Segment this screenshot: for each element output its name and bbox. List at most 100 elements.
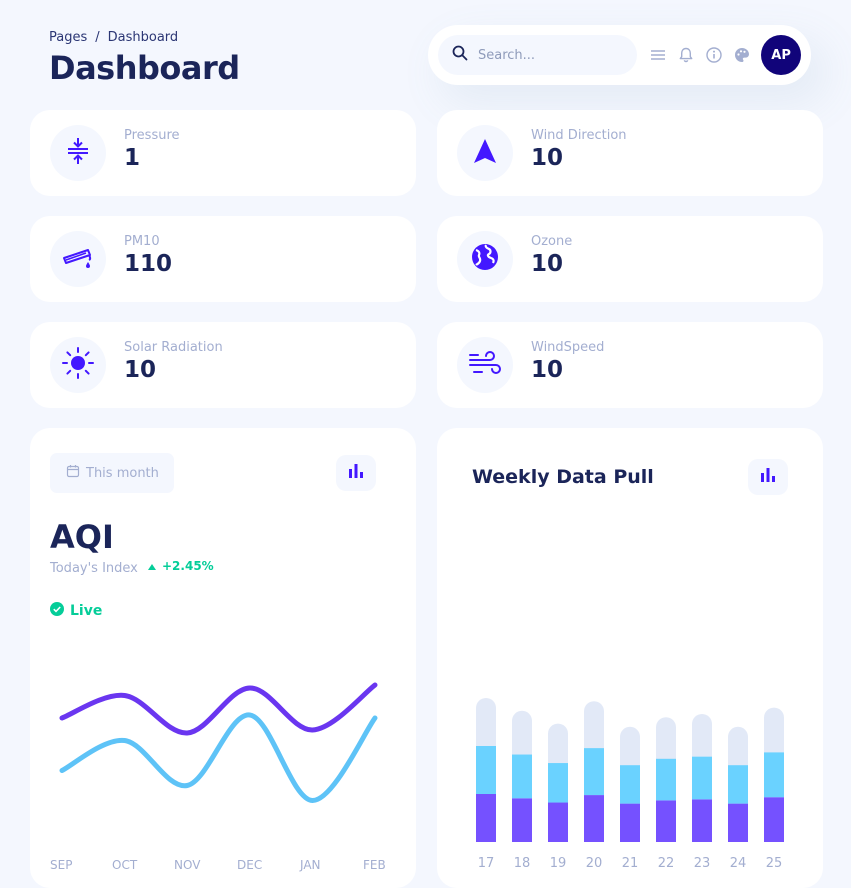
- stat-label: Pressure: [124, 127, 180, 143]
- day-label: 19: [550, 856, 567, 871]
- month-label: FEB: [363, 858, 386, 872]
- aqi-series-line-2: [59, 712, 378, 804]
- stat-label: WindSpeed: [531, 339, 605, 355]
- stat-value: 10: [124, 356, 157, 383]
- day-label: 23: [694, 856, 711, 871]
- chart-type-button[interactable]: [748, 459, 788, 495]
- sun-icon: [61, 346, 95, 384]
- stat-card-solar-radiation: Solar Radiation 10: [30, 322, 416, 408]
- bar-segment-21-2: [620, 765, 640, 804]
- stat-label: Solar Radiation: [124, 339, 223, 355]
- bar-segment-23-2: [692, 756, 712, 800]
- stat-icon-wrapper: [457, 231, 513, 287]
- month-label: JAN: [300, 858, 321, 872]
- month-label: NOV: [174, 858, 201, 872]
- chart-type-button[interactable]: [336, 455, 376, 491]
- day-label: 24: [730, 856, 747, 871]
- bar-chart-icon: [348, 463, 364, 483]
- stat-value: 10: [531, 356, 564, 383]
- stat-value: 1: [124, 144, 141, 171]
- aqi-change-value: +2.45%: [162, 559, 214, 573]
- stat-card-pressure: Pressure 1: [30, 110, 416, 196]
- stat-icon-wrapper: [457, 337, 513, 393]
- bar-segment-17-2: [476, 746, 496, 794]
- stat-card-ozone: Ozone 10: [437, 216, 823, 302]
- avatar[interactable]: AP: [761, 35, 801, 75]
- live-label: Live: [70, 603, 103, 619]
- bar-segment-24-1: [728, 803, 748, 842]
- bar-segment-20-1: [584, 795, 604, 842]
- bar-segment-19-1: [548, 802, 568, 842]
- breadcrumb: Pages / Dashboard: [49, 30, 240, 45]
- stat-card-wind-direction: Wind Direction 10: [437, 110, 823, 196]
- page-header: Pages / Dashboard Dashboard: [49, 30, 240, 87]
- aqi-change: +2.45%: [148, 559, 214, 573]
- aqi-series-line-1: [59, 682, 378, 736]
- weekly-data-panel: Weekly Data Pull 17 18 19 20 21 22 23 24 25: [437, 428, 823, 888]
- stat-value: 110: [124, 250, 173, 277]
- day-label: 22: [658, 856, 675, 871]
- bell-icon[interactable]: [677, 46, 695, 64]
- day-label: 21: [622, 856, 639, 871]
- day-label: 20: [586, 856, 603, 871]
- bar-segment-24-2: [728, 765, 748, 804]
- bar-segment-21-1: [620, 803, 640, 842]
- month-label: OCT: [112, 858, 138, 872]
- stat-label: Ozone: [531, 233, 573, 249]
- month-label: SEP: [50, 858, 73, 872]
- wind-icon: [468, 348, 502, 382]
- aqi-line-chart: [59, 682, 378, 804]
- stat-icon-wrapper: [50, 337, 106, 393]
- navigation-arrow-icon: [471, 137, 499, 169]
- bar-segment-25-2: [764, 752, 784, 798]
- breadcrumb-separator: /: [95, 30, 100, 45]
- bar-segment-17-1: [476, 794, 496, 842]
- this-month-label: This month: [86, 465, 159, 481]
- aqi-panel: This month AQI Today's Index +2.45% Live…: [30, 428, 416, 888]
- test-tube-icon: [61, 244, 95, 274]
- stat-icon-wrapper: [50, 231, 106, 287]
- bar-segment-19-2: [548, 763, 568, 803]
- bar-chart-icon: [760, 467, 776, 487]
- breadcrumb-root[interactable]: Pages: [49, 30, 87, 45]
- stat-card-windspeed: WindSpeed 10: [437, 322, 823, 408]
- topbar-icons: [649, 46, 751, 64]
- live-status: Live: [50, 602, 102, 620]
- search-input[interactable]: [478, 47, 618, 63]
- pressure-icon: [65, 136, 91, 170]
- palette-icon[interactable]: [733, 46, 751, 64]
- breadcrumb-current[interactable]: Dashboard: [108, 30, 179, 45]
- day-label: 25: [766, 856, 783, 871]
- bar-segment-18-2: [512, 754, 532, 799]
- weekly-title: Weekly Data Pull: [472, 466, 654, 488]
- stat-icon-wrapper: [457, 125, 513, 181]
- bar-segment-25-1: [764, 797, 784, 842]
- stat-label: Wind Direction: [531, 127, 627, 143]
- menu-icon[interactable]: [649, 46, 667, 64]
- bar-segment-22-1: [656, 800, 676, 842]
- search-icon: [452, 45, 468, 65]
- aqi-subtitle: Today's Index: [50, 561, 138, 576]
- bar-segment-20-2: [584, 748, 604, 796]
- weekly-bar-chart: 17 18 19 20 21 22 23 24 25: [476, 698, 784, 871]
- check-circle-icon: [50, 602, 64, 620]
- bar-segment-22-2: [656, 758, 676, 801]
- caret-up-icon: [148, 559, 156, 573]
- bar-segment-23-1: [692, 799, 712, 842]
- stat-value: 10: [531, 250, 564, 277]
- search-box[interactable]: [438, 35, 638, 75]
- aqi-title: AQI: [50, 518, 114, 556]
- globe-icon: [471, 243, 499, 275]
- bar-segment-18-1: [512, 798, 532, 842]
- page-title: Dashboard: [49, 49, 240, 87]
- month-label: DEC: [237, 858, 263, 872]
- day-label: 18: [514, 856, 531, 871]
- calendar-icon: [66, 464, 80, 482]
- stat-card-pm10: PM10 110: [30, 216, 416, 302]
- top-navbar: AP: [428, 25, 811, 85]
- stat-label: PM10: [124, 233, 160, 249]
- this-month-button[interactable]: This month: [50, 453, 174, 493]
- stat-icon-wrapper: [50, 125, 106, 181]
- day-label: 17: [478, 856, 495, 871]
- info-icon[interactable]: [705, 46, 723, 64]
